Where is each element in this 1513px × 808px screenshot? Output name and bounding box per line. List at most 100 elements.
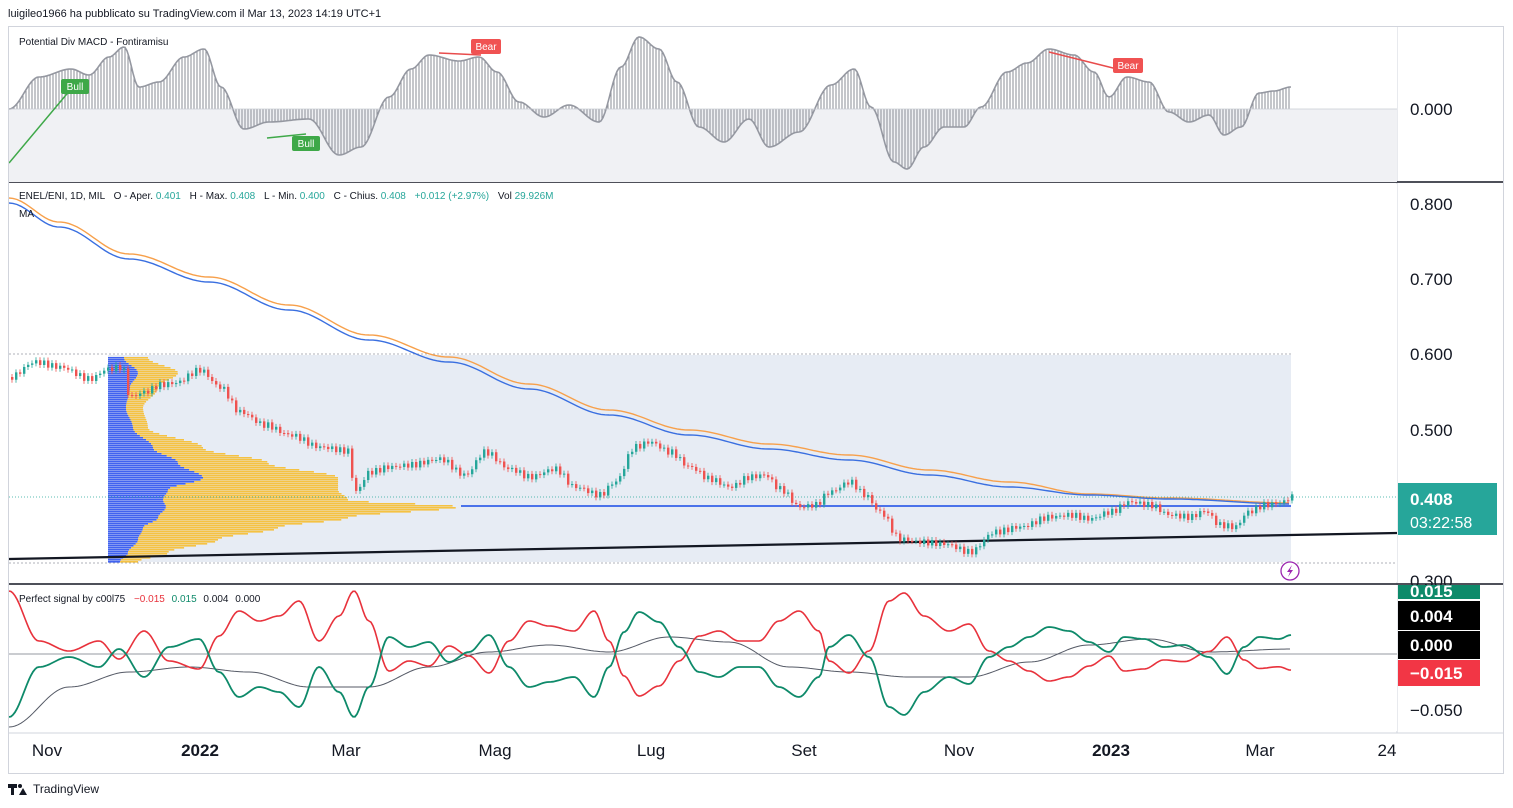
candle-body <box>287 433 290 435</box>
candle-body <box>1223 522 1226 529</box>
candle-body <box>1279 503 1282 505</box>
main-legend: ENEL/ENI, 1D, MIL O - Aper. 0.401 H - Ma… <box>19 191 554 202</box>
candle-body <box>451 459 454 470</box>
candle-body <box>67 367 70 370</box>
candle-body <box>591 490 594 494</box>
tradingview-brand[interactable]: TradingView <box>8 782 99 796</box>
candle-body <box>1063 515 1066 517</box>
volume-bar-up <box>108 477 203 479</box>
volume-bar-up <box>108 395 129 397</box>
candle-body <box>515 467 518 473</box>
candle-body <box>759 474 762 479</box>
candle-body <box>335 446 338 453</box>
volume-bar-down <box>134 431 154 433</box>
candle-body <box>583 487 586 489</box>
candle-body <box>1007 527 1010 533</box>
volume-bar-up <box>108 363 129 365</box>
candle-body <box>535 474 538 480</box>
candle-body <box>995 529 998 535</box>
candle-body <box>351 448 354 478</box>
candle-body <box>1003 527 1006 535</box>
candle-body <box>615 481 618 485</box>
candle-body <box>907 537 910 541</box>
volume-bar-down <box>137 371 178 373</box>
candle-body <box>259 421 262 423</box>
volume-bar-up <box>108 529 143 531</box>
chart-svg[interactable]: Potential Div MACD - Fontiramisu Bull Bu… <box>9 27 1503 773</box>
volume-bar-up <box>108 475 202 477</box>
candle-body <box>551 469 554 472</box>
volume-bar-down <box>166 455 239 457</box>
macd-label-bull-2[interactable]: Bull <box>292 136 320 151</box>
candle-body <box>219 384 222 389</box>
volume-bar-down <box>120 559 142 561</box>
candle-body <box>327 446 330 450</box>
volume-bar-up <box>108 551 129 553</box>
bar-countdown: 03:22:58 <box>1410 515 1472 532</box>
volume-bar-down <box>129 417 146 419</box>
volume-bar-up <box>108 397 128 399</box>
macd-label-bull-1[interactable]: Bull <box>61 79 89 94</box>
candle-body <box>487 449 490 456</box>
candle-body <box>571 484 574 486</box>
volume-bar-down <box>165 505 453 507</box>
macd-label-bear-2[interactable]: Bear <box>1113 58 1143 73</box>
time-tick: 2022 <box>181 741 219 760</box>
candle-body <box>887 516 890 519</box>
volume-bar-down <box>168 489 338 491</box>
candle-body <box>1023 525 1026 527</box>
candle-body <box>1291 494 1294 501</box>
candle-body <box>879 509 882 511</box>
candle-body <box>243 409 246 415</box>
osc-legend-v1: −0.015 <box>134 594 165 605</box>
lightning-icon[interactable] <box>1280 561 1300 581</box>
candle-body <box>1275 502 1278 505</box>
candle-body <box>239 409 242 413</box>
volume-bar-down <box>130 385 159 387</box>
candle-body <box>1147 501 1150 507</box>
candle-body <box>315 442 318 449</box>
candle-body <box>427 459 430 465</box>
volume-bar-up <box>108 425 133 427</box>
candle-body <box>359 486 362 491</box>
candle-body <box>911 540 914 542</box>
volume-bar-up <box>108 481 195 483</box>
volume-bar-up <box>108 447 153 449</box>
candle-body <box>843 482 846 488</box>
candle-body <box>943 541 946 546</box>
candle-body <box>75 369 78 377</box>
volume-bar-up <box>108 483 186 485</box>
candle-body <box>539 474 542 476</box>
volume-bar-up <box>108 559 121 561</box>
volume-bar-down <box>138 539 218 541</box>
candle-body <box>587 488 590 494</box>
candle-body <box>643 441 646 449</box>
macd-label-bear-1[interactable]: Bear <box>471 39 501 54</box>
time-tick: Lug <box>637 741 665 760</box>
volume-bar-down <box>132 425 148 427</box>
legend-symbol: ENEL/ENI, 1D, MIL <box>19 191 106 202</box>
volume-bar-up <box>108 449 155 451</box>
last-price-tag[interactable]: 0.408 03:22:58 <box>1398 483 1497 535</box>
volume-bar-up <box>108 433 138 435</box>
volume-bar-down <box>176 485 339 487</box>
volume-bar-down <box>124 359 150 361</box>
volume-bar-up <box>108 371 138 373</box>
bull-label-text: Bull <box>67 82 84 93</box>
candle-body <box>827 493 830 495</box>
candle-body <box>927 539 930 546</box>
candle-body <box>555 466 558 472</box>
volume-bar-down <box>163 499 348 501</box>
candle-body <box>499 461 502 463</box>
candle-body <box>543 472 546 476</box>
candle-body <box>1179 513 1182 519</box>
time-axis[interactable]: Nov 2022 Mar Mag Lug Set Nov 2023 Mar 24 <box>9 734 1503 773</box>
candle-body <box>191 373 194 376</box>
candle-body <box>1019 526 1022 529</box>
candle-body <box>971 548 974 555</box>
volume-bar-down <box>129 549 175 551</box>
osc-legend-v3: 0.004 <box>203 594 228 605</box>
legend-close-label: C - Chius. <box>334 191 378 202</box>
candle-body <box>1055 515 1058 519</box>
candle-body <box>187 373 190 382</box>
